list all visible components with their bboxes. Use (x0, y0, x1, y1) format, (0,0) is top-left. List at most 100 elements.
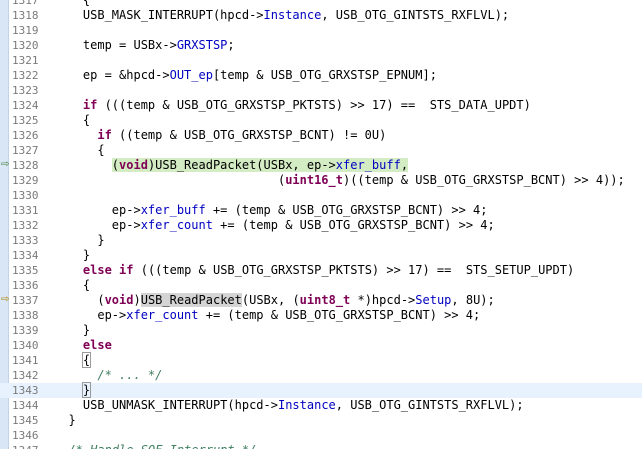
code-token: ( (111, 158, 120, 172)
code-token: xfer_buff (140, 203, 206, 217)
line-number: 1326 (12, 129, 39, 142)
code-token: xfer_count (140, 218, 213, 232)
code-line[interactable]: 1342 /* ... */ (0, 368, 642, 383)
code-text[interactable]: temp = USBx->GRXSTSP; (54, 38, 642, 53)
code-token: += (temp & USB_OTG_GRXSTSP_BCNT) >> 4; (212, 218, 495, 232)
code-line[interactable]: 1324 if (((temp & USB_OTG_GRXSTSP_PKTSTS… (0, 98, 642, 113)
code-token: xfer_buff (335, 158, 401, 172)
code-line[interactable]: 1322 ep = &hpcd->OUT_ep[temp & USB_OTG_G… (0, 68, 642, 83)
code-text[interactable]: if (((temp & USB_OTG_GRXSTSP_PKTSTS) >> … (54, 98, 642, 113)
code-line[interactable]: 1325 { (0, 113, 642, 128)
code-line[interactable]: 1329 (uint16_t)((temp & USB_OTG_GRXSTSP_… (0, 173, 642, 188)
code-line[interactable]: 1346 (0, 428, 642, 443)
code-token: *)hpcd-> (350, 293, 416, 307)
code-text[interactable]: if ((temp & USB_OTG_GRXSTSP_BCNT) != 0U) (54, 128, 642, 143)
code-line[interactable]: ⇨ 1337 (void)USB_ReadPacket(USBx, (uint8_… (0, 293, 642, 308)
code-text[interactable]: { (54, 278, 642, 293)
code-text[interactable]: /* ... */ (54, 368, 642, 383)
code-token: ((temp & USB_OTG_GRXSTSP_BCNT) != 0U) (111, 128, 387, 142)
code-text[interactable]: (void)USB_ReadPacket(USBx, (uint8_t *)hp… (54, 293, 642, 308)
line-number: 1341 (12, 354, 39, 367)
line-number: 1344 (12, 399, 39, 412)
code-line[interactable]: 1338 ep->xfer_count += (temp & USB_OTG_G… (0, 308, 642, 323)
code-text[interactable]: } (54, 382, 642, 398)
code-text[interactable]: ep->xfer_count += (temp & USB_OTG_GRXSTS… (54, 218, 642, 233)
code-lines: 1317 {1318 USB_MASK_INTERRUPT(hpcd->Inst… (0, 0, 642, 449)
code-token: /* ... */ (97, 368, 163, 382)
code-text[interactable]: { (54, 143, 642, 158)
debug-stack-frame-icon: ⇨ (1, 294, 10, 305)
code-token: if (97, 128, 112, 142)
code-token: ( (54, 293, 105, 307)
code-token: ep-> (54, 203, 141, 217)
code-text[interactable]: { (54, 352, 642, 368)
line-number: 1347 (12, 443, 44, 449)
code-line[interactable]: 1333 } (0, 233, 642, 248)
code-line[interactable]: 1345 } (0, 413, 642, 428)
code-text[interactable]: USB_UNMASK_INTERRUPT(hpcd->Instance, USB… (54, 398, 642, 413)
text-cursor (90, 384, 92, 397)
code-token: Setup (415, 293, 452, 307)
code-text[interactable]: else if (((temp & USB_OTG_GRXSTSP_PKTSTS… (54, 263, 642, 278)
code-text[interactable]: ep = &hpcd->OUT_ep[temp & USB_OTG_GRXSTS… (54, 68, 642, 83)
line-number: 1321 (12, 54, 39, 67)
line-number: 1327 (12, 144, 39, 157)
code-token: )USB_ReadPacket(USBx, ep-> (147, 158, 336, 172)
code-line[interactable]: 1341 { (0, 352, 642, 368)
code-text[interactable]: { (54, 113, 642, 128)
code-text[interactable]: } (54, 233, 642, 248)
code-line[interactable]: 1344 USB_UNMASK_INTERRUPT(hpcd->Instance… (0, 398, 642, 413)
code-line[interactable]: 1331 ep->xfer_buff += (temp & USB_OTG_GR… (0, 203, 642, 218)
code-text[interactable]: } (54, 248, 642, 263)
code-text[interactable]: USB_MASK_INTERRUPT(hpcd->Instance, USB_O… (54, 8, 642, 23)
code-text[interactable]: { (54, 0, 642, 8)
code-line[interactable]: 1323 (0, 83, 642, 98)
code-text[interactable]: /* Handle SOF Interrupt */ (54, 443, 642, 449)
code-line[interactable]: 1334 } (0, 248, 642, 263)
code-token: += (temp & USB_OTG_GRXSTSP_BCNT) >> 4; (198, 308, 481, 322)
code-line[interactable]: 1330 (0, 188, 642, 203)
line-number: 1337 (12, 294, 39, 307)
code-text[interactable]: ep->xfer_buff += (temp & USB_OTG_GRXSTSP… (54, 203, 642, 218)
code-line[interactable]: 1335 else if (((temp & USB_OTG_GRXSTSP_P… (0, 263, 642, 278)
code-line[interactable]: 1336 { (0, 278, 642, 293)
code-token: (USBx, ( (241, 293, 300, 307)
code-token: (((temp & USB_OTG_GRXSTSP_PKTSTS) >> 17)… (133, 263, 575, 277)
code-line[interactable]: 1339 } (0, 323, 642, 338)
code-token: Instance (263, 8, 322, 22)
code-line[interactable]: 1326 if ((temp & USB_OTG_GRXSTSP_BCNT) !… (0, 128, 642, 143)
code-token: USB_UNMASK_INTERRUPT(hpcd-> (54, 398, 278, 412)
code-token: uint16_t (285, 173, 343, 187)
code-text[interactable]: (uint16_t)((temp & USB_OTG_GRXSTSP_BCNT)… (54, 173, 642, 188)
code-line[interactable]: 1332 ep->xfer_count += (temp & USB_OTG_G… (0, 218, 642, 233)
code-editor[interactable]: 1317 {1318 USB_MASK_INTERRUPT(hpcd->Inst… (0, 0, 642, 449)
code-text[interactable]: } (54, 323, 642, 338)
code-line[interactable]: ⇨ 1328 (void)USB_ReadPacket(USBx, ep->xfe… (0, 158, 642, 173)
code-token: } (54, 233, 105, 247)
code-line[interactable]: 1319 (0, 23, 642, 38)
code-token: else (82, 338, 112, 352)
code-line[interactable]: 1340 else (0, 338, 642, 353)
code-text[interactable]: ep->xfer_count += (temp & USB_OTG_GRXSTS… (54, 308, 642, 323)
code-token: { (54, 113, 91, 127)
line-number: 1325 (12, 114, 39, 127)
code-line[interactable]: 1317 { (0, 0, 642, 8)
code-token: /* Handle SOF Interrupt */ (68, 443, 256, 449)
code-token: } (54, 323, 91, 337)
code-text[interactable]: } (54, 413, 642, 428)
code-line[interactable]: 1320 temp = USBx->GRXSTSP; (0, 38, 642, 53)
code-line[interactable]: 1321 (0, 53, 642, 68)
code-token: , USB_OTG_GINTSTS_RXFLVL); (335, 398, 524, 412)
code-text[interactable]: (void)USB_ReadPacket(USBx, ep->xfer_buff… (54, 158, 642, 173)
code-line[interactable]: 1318 USB_MASK_INTERRUPT(hpcd->Instance, … (0, 8, 642, 23)
code-line[interactable]: 1343 } (0, 382, 642, 398)
code-text[interactable]: else (54, 338, 642, 353)
code-line[interactable]: 1327 { (0, 143, 642, 158)
code-line[interactable]: 1347 /* Handle SOF Interrupt */ (0, 443, 642, 449)
